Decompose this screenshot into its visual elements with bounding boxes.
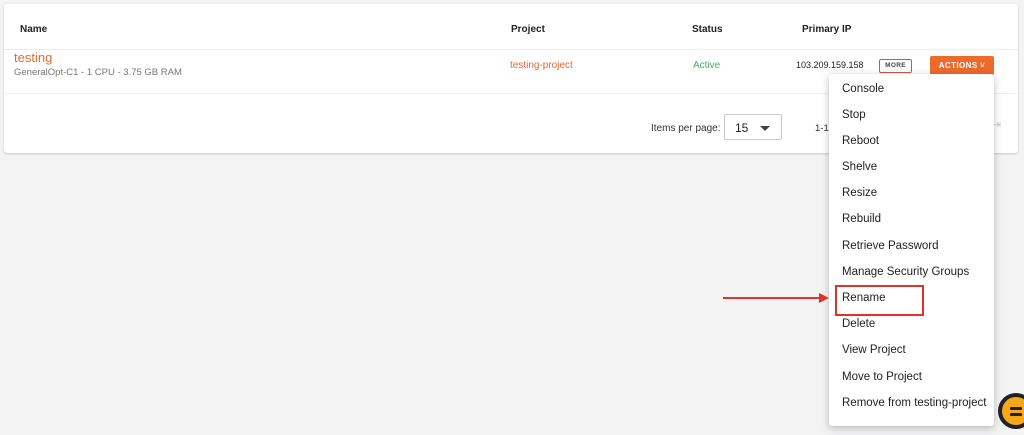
column-header-name: Name [20, 24, 48, 35]
menu-item-manage-security-groups[interactable]: Manage Security Groups [842, 266, 969, 278]
instance-flavor: GeneralOpt-C1 - 1 CPU - 3.75 GB RAM [14, 67, 182, 78]
menu-item-delete[interactable]: Delete [842, 318, 875, 330]
items-per-page-label: Items per page: [651, 123, 721, 134]
items-per-page-select[interactable]: 15 [724, 114, 782, 140]
menu-item-remove-from-project[interactable]: Remove from testing-project [842, 397, 986, 409]
actions-button[interactable]: ACTIONS ˅ [930, 56, 994, 75]
actions-dropdown-menu: Console Stop Reboot Shelve Resize Rebuil… [829, 74, 994, 426]
menu-item-resize[interactable]: Resize [842, 187, 877, 199]
rename-highlight-box [835, 285, 924, 316]
menu-item-view-project[interactable]: View Project [842, 344, 906, 356]
menu-item-console[interactable]: Console [842, 83, 884, 95]
menu-item-stop[interactable]: Stop [842, 109, 866, 121]
items-per-page-value: 15 [735, 121, 749, 135]
annotation-arrow-head-icon [819, 293, 829, 303]
instance-primary-ip: 103.209.159.158 [796, 60, 864, 70]
menu-item-retrieve-password[interactable]: Retrieve Password [842, 240, 939, 252]
menu-item-move-to-project[interactable]: Move to Project [842, 371, 922, 383]
instance-status: Active [693, 60, 721, 71]
instance-name-link[interactable]: testing [14, 50, 52, 65]
dropdown-arrow-icon [760, 126, 770, 131]
instance-project-link[interactable]: testing-project [510, 60, 573, 71]
header-divider [4, 49, 1018, 50]
pagination-range: 1-1 [815, 123, 829, 134]
annotation-arrow-line [723, 297, 821, 299]
more-ips-button[interactable]: MORE [879, 59, 912, 73]
menu-item-shelve[interactable]: Shelve [842, 161, 877, 173]
chat-widget-icon[interactable] [998, 393, 1024, 429]
column-header-status: Status [692, 24, 723, 35]
column-header-primary-ip: Primary IP [802, 24, 852, 35]
menu-item-rebuild[interactable]: Rebuild [842, 213, 881, 225]
menu-item-reboot[interactable]: Reboot [842, 135, 879, 147]
column-header-project: Project [511, 24, 545, 35]
